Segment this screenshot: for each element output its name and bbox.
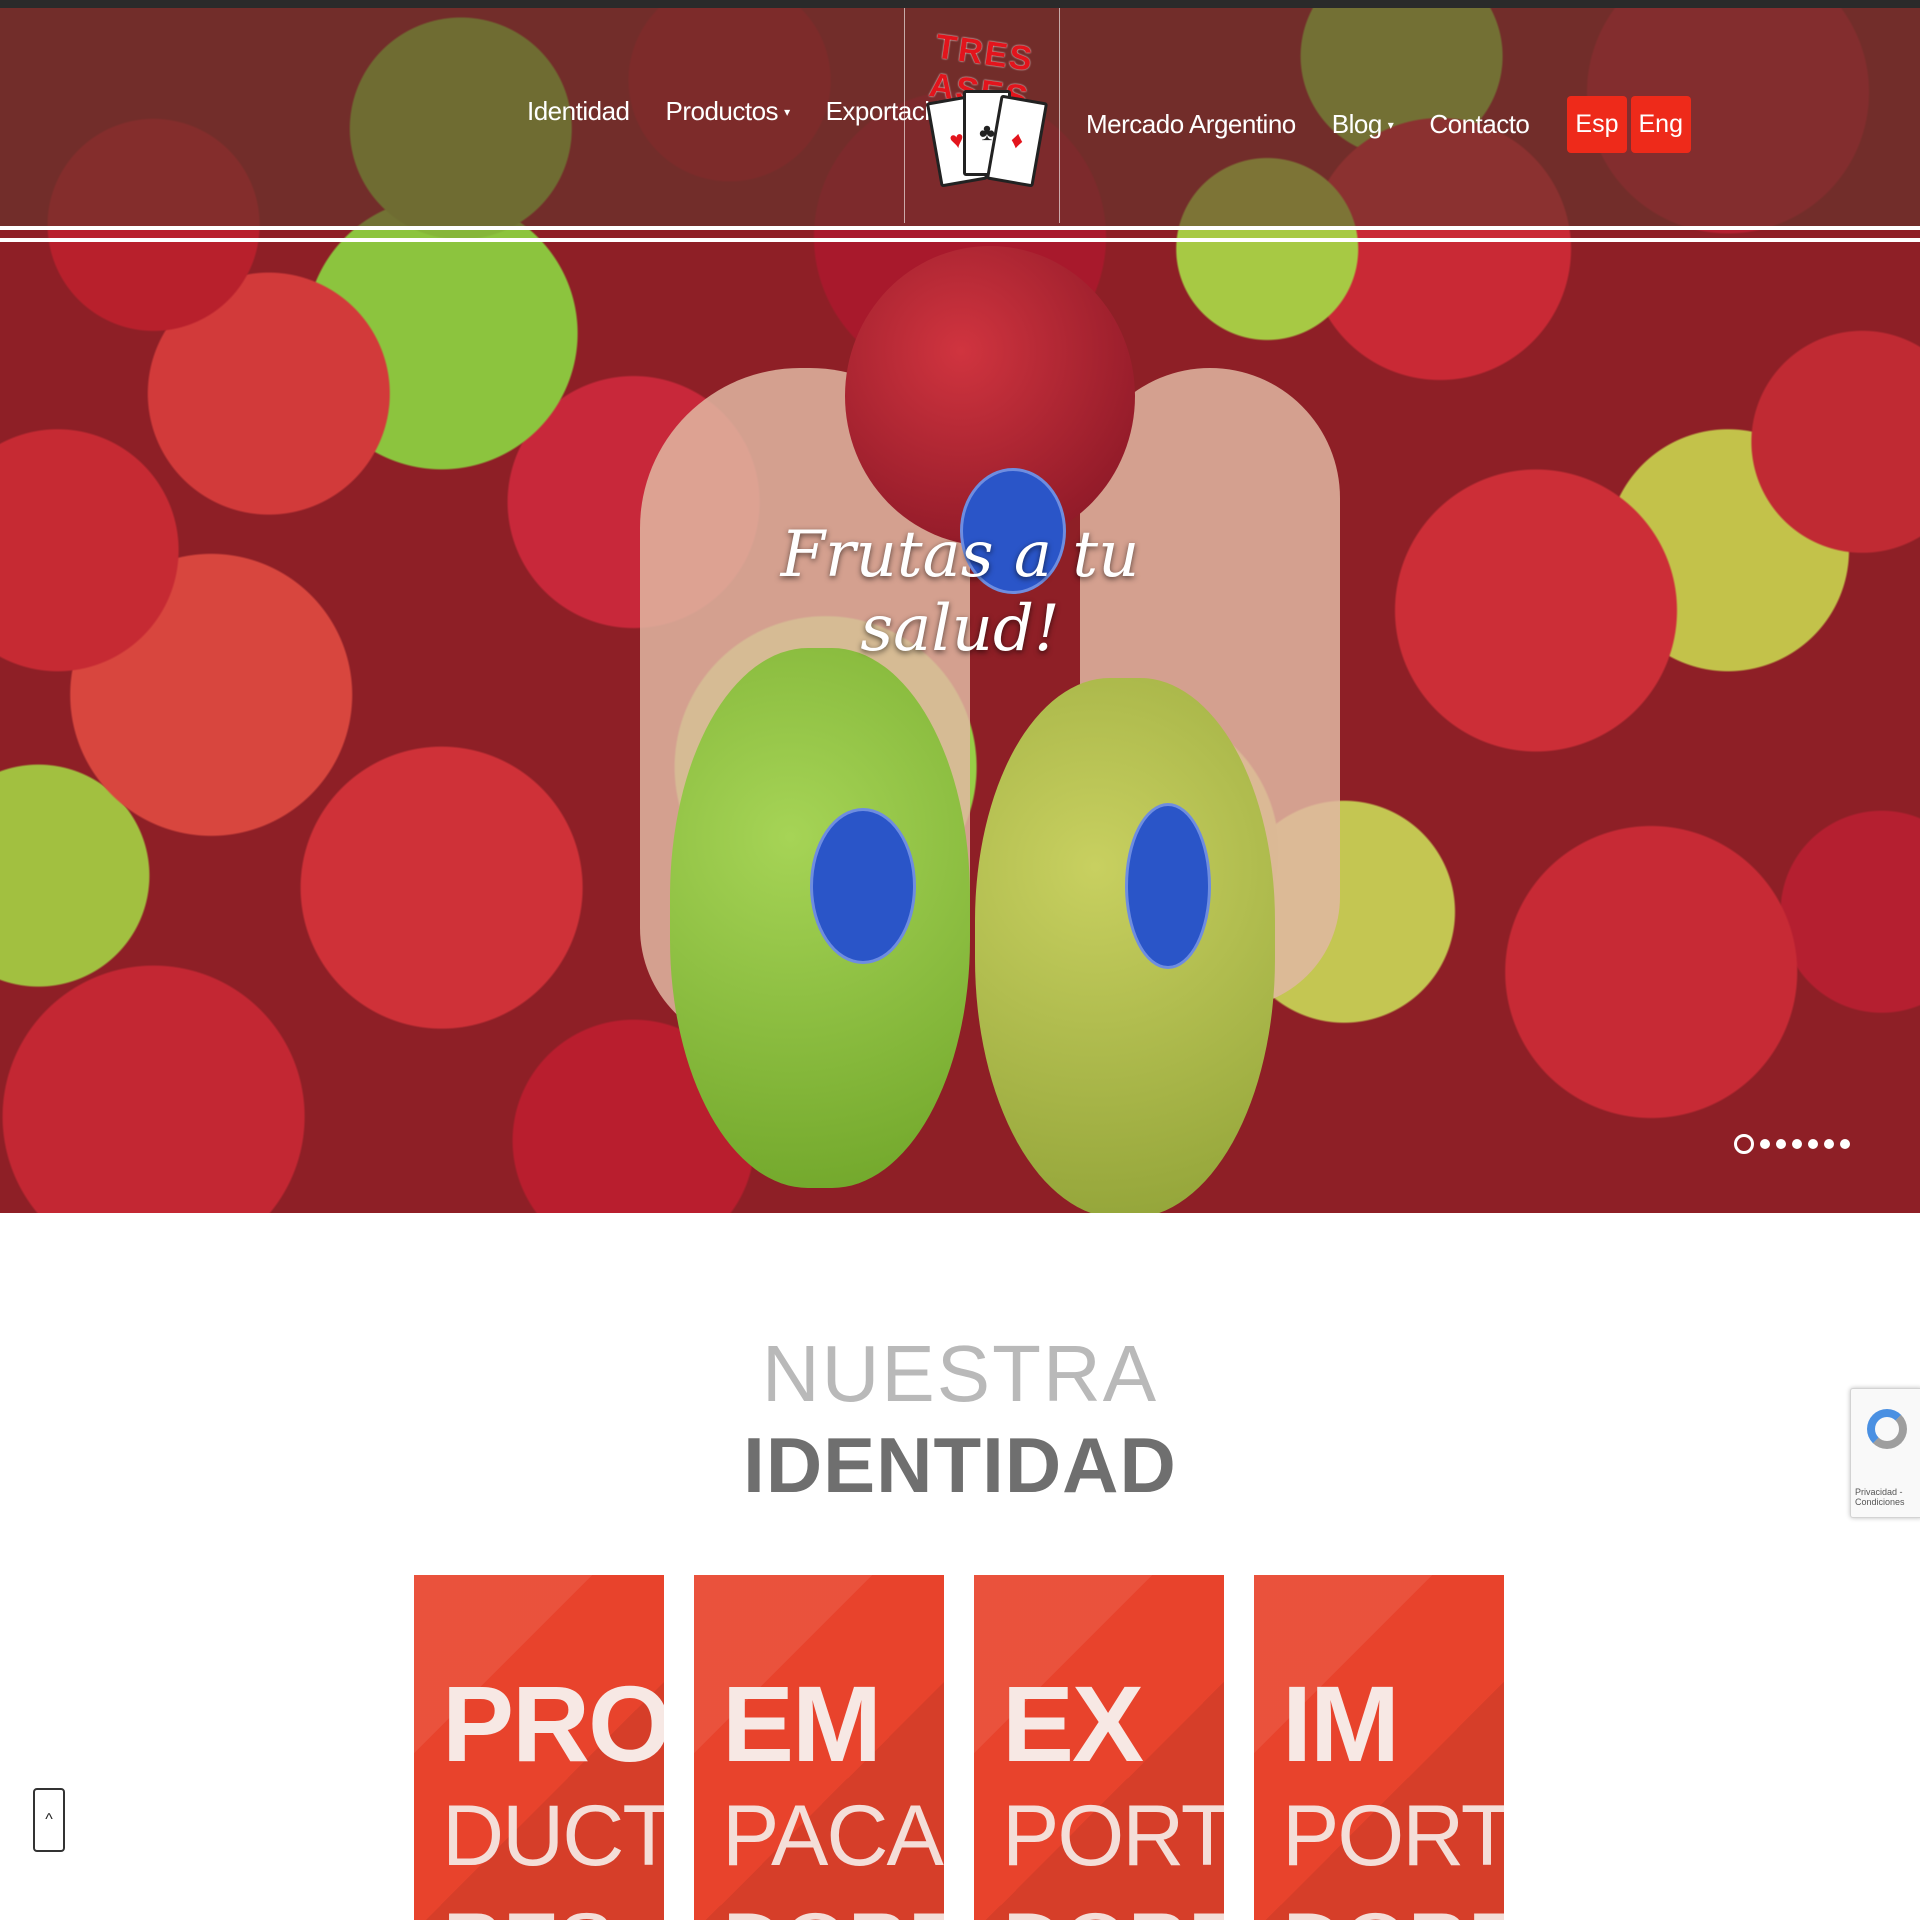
fruit-sticker: [1125, 803, 1211, 969]
tile-label-middle: PACA: [722, 1788, 944, 1884]
nav-item-mercado-argentino[interactable]: Mercado Argentino: [1086, 109, 1296, 140]
nav-item-productos[interactable]: Productos ▾: [665, 96, 790, 127]
recaptcha-badge[interactable]: Privacidad - Condiciones: [1850, 1388, 1920, 1518]
slider-dot-4[interactable]: [1792, 1139, 1802, 1149]
section-subtitle: NUESTRA: [761, 1329, 1159, 1418]
recaptcha-label: Privacidad - Condiciones: [1855, 1487, 1905, 1507]
nav-item-label: Blog: [1331, 109, 1383, 139]
tile-label-top: PRO: [442, 1663, 664, 1784]
nav-item-label: Productos: [665, 96, 779, 126]
tile-label-middle: PORTA: [1002, 1788, 1224, 1884]
nav-divider-line: [0, 226, 1920, 230]
tile-label-middle: PORTA: [1282, 1788, 1504, 1884]
identity-tiles: PRO DUCTO RES EM PACA DORES EX PORTA DOR…: [414, 1575, 1504, 1920]
tile-label-bottom: DORES: [1002, 1895, 1224, 1920]
language-button-eng[interactable]: Eng: [1630, 96, 1691, 153]
nav-divider-line: [0, 238, 1920, 242]
language-button-esp[interactable]: Esp: [1567, 96, 1627, 153]
tile-label-bottom: DORES: [722, 1895, 944, 1920]
nav-item-identidad[interactable]: Identidad: [527, 96, 630, 127]
nav-right-group: Mercado Argentino Blog ▾ Contacto Esp En…: [1086, 96, 1691, 153]
language-switcher: Esp Eng: [1567, 96, 1691, 153]
slider-dot-6[interactable]: [1824, 1139, 1834, 1149]
slider-dot-7[interactable]: [1840, 1139, 1850, 1149]
tile-label-bottom: RES: [442, 1895, 615, 1920]
nav-left-group: Identidad Productos ▾ Exportación: [527, 96, 958, 127]
tile-label-top: EX: [1002, 1663, 1144, 1784]
nav-item-label: Identidad: [527, 96, 630, 126]
hero-pear: [975, 678, 1275, 1213]
hero-tagline: Frutas a tu salud!: [780, 518, 1140, 666]
slider-dot-1[interactable]: [1734, 1134, 1754, 1154]
slider-dot-2[interactable]: [1760, 1139, 1770, 1149]
slider-dot-5[interactable]: [1808, 1139, 1818, 1149]
nav-item-contacto[interactable]: Contacto: [1429, 109, 1530, 140]
browser-top-strip: [0, 0, 1920, 8]
tile-label-middle: DUCTO: [442, 1788, 664, 1884]
tile-importadores[interactable]: IM PORTA DORES: [1254, 1575, 1504, 1920]
brand-logo[interactable]: TRES ASES ♥ ♣ ♦: [904, 8, 1060, 223]
playing-cards-icon: ♥ ♣ ♦: [925, 90, 1049, 200]
tile-productores[interactable]: PRO DUCTO RES: [414, 1575, 664, 1920]
nav-item-blog[interactable]: Blog ▾: [1332, 109, 1394, 140]
tile-label-bottom: DORES: [1282, 1895, 1504, 1920]
tile-label-top: IM: [1282, 1663, 1400, 1784]
slider-pagination: [1734, 1134, 1850, 1154]
tile-empacadores[interactable]: EM PACA DORES: [694, 1575, 944, 1920]
tile-label-top: EM: [722, 1663, 882, 1784]
chevron-down-icon: ▾: [784, 104, 790, 119]
fruit-sticker: [810, 808, 916, 964]
chevron-up-icon: ^: [45, 1811, 53, 1828]
tile-exportadores[interactable]: EX PORTA DORES: [974, 1575, 1224, 1920]
chevron-down-icon: ▾: [1387, 117, 1394, 132]
nav-item-label: Contacto: [1429, 109, 1530, 139]
scroll-to-top-button[interactable]: ^: [33, 1788, 65, 1852]
slider-dot-3[interactable]: [1776, 1139, 1786, 1149]
section-title: IDENTIDAD: [743, 1421, 1177, 1509]
nav-item-label: Mercado Argentino: [1086, 109, 1296, 139]
recaptcha-icon: [1867, 1409, 1907, 1449]
